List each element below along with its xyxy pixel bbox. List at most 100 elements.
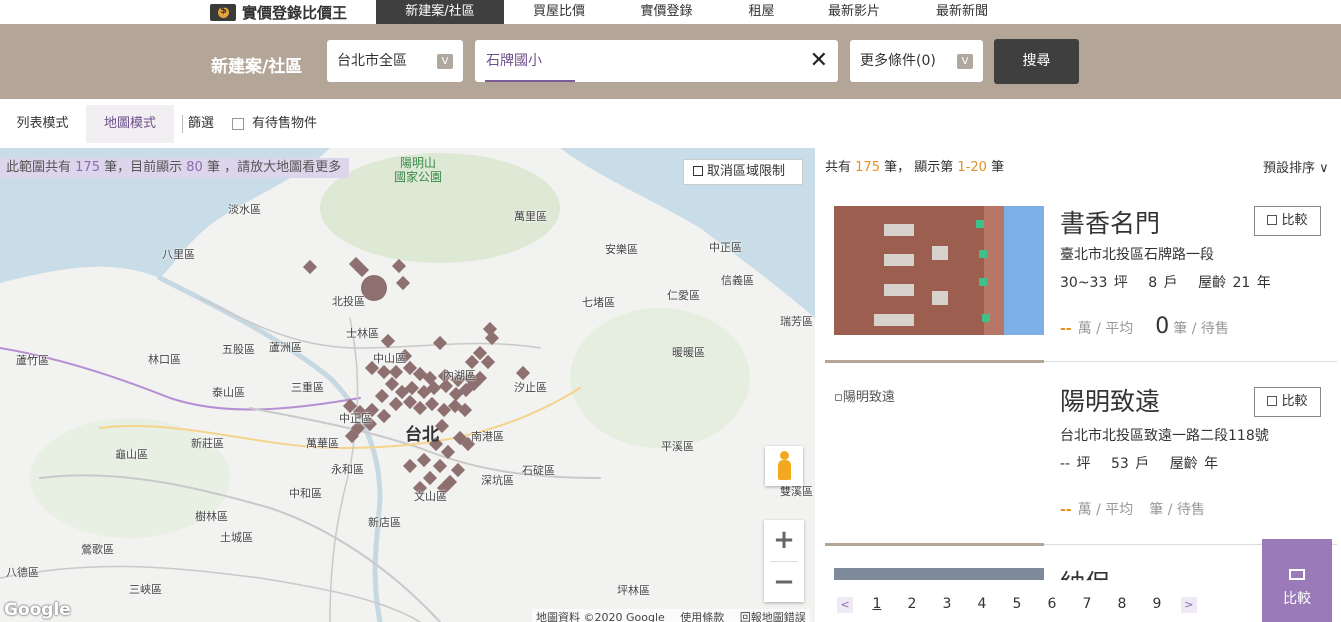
filter-label[interactable]: 篩選 [188,105,223,143]
page-number[interactable]: 2 [894,596,929,612]
district-label: 蘆洲區 [269,341,302,354]
property-marker[interactable] [376,408,392,424]
search-input[interactable]: 石牌國小 ✕ [475,40,838,82]
search-band: 新建案/社區 台北市全區 V 石牌國小 ✕ 更多條件(0) V 搜尋 [0,24,1341,99]
property-marker[interactable] [388,396,404,412]
divider [182,115,183,133]
pending-count: 0 [1155,314,1170,339]
property-marker[interactable] [472,345,488,361]
zoom-out-button[interactable]: − [764,562,804,602]
listing-title[interactable]: 書香名門 [1060,204,1160,240]
property-marker[interactable] [432,335,448,351]
property-marker[interactable] [384,376,400,392]
checkbox-icon [1267,215,1278,225]
more-conditions-select[interactable]: 更多條件(0) V [850,40,983,82]
street-view-pegman-icon[interactable] [765,446,803,486]
district-label: 平溪區 [661,440,694,453]
nav-tab-transactions[interactable]: 實價登錄 [614,0,719,24]
top-nav: 實價登錄比價王 新建案/社區 買屋比價 實價登錄 租屋 最新影片 最新新聞 [0,0,1341,24]
nav-tab-compare[interactable]: 買屋比價 [504,0,614,24]
district-label: 中正區 [339,412,372,425]
property-marker[interactable] [432,458,448,474]
district-label: 龜山區 [115,448,148,461]
page-number[interactable]: 5 [999,596,1034,612]
park-label: 陽明山 國家公園 [388,156,448,184]
page-numbers: 123456789 [859,596,1174,612]
district-label: 鶯歌區 [81,543,114,556]
district-label: 八里區 [162,248,195,261]
district-label: 三峽區 [129,583,162,596]
property-marker[interactable] [395,275,411,291]
prev-page-button[interactable]: < [837,597,853,613]
district-label: 萬華區 [306,437,339,450]
nav-tab-rent[interactable]: 租屋 [719,0,804,24]
district-label: 林口區 [148,353,181,366]
sort-select[interactable]: 預設排序 ∨ [1263,157,1329,176]
nav-tab-news[interactable]: 最新新聞 [904,0,1020,24]
compare-button[interactable]: 比較 [1254,206,1321,236]
property-marker[interactable] [388,364,404,380]
property-marker[interactable] [302,259,318,275]
page-number[interactable]: 3 [929,596,964,612]
search-section-title: 新建案/社區 [211,57,303,77]
map-range-info: 此範圍共有 175 筆，目前顯示 80 筆 ，請放大地圖看更多 [0,158,350,178]
map-canvas[interactable]: 此範圍共有 175 筆，目前顯示 80 筆 ，請放大地圖看更多 淡水區萬里區八里… [0,148,815,622]
more-conditions-label: 更多條件(0) [860,53,936,69]
nav-tab-new-projects[interactable]: 新建案/社區 [376,0,504,24]
page-number[interactable]: 7 [1069,596,1104,612]
cancel-area-limit-label: 取消區域限制 [707,164,786,179]
page-number[interactable]: 9 [1139,596,1174,612]
list-item[interactable]: ▫陽明致遠 陽明致遠 比較 台北市北投區致遠一路二段118號 -- 坪 53 戶… [825,386,1337,564]
district-label: 八德區 [6,566,39,579]
listing-photo[interactable] [834,568,1044,580]
zoom-in-button[interactable]: + [764,520,804,561]
nav-tab-videos[interactable]: 最新影片 [804,0,904,24]
page-number[interactable]: 4 [964,596,999,612]
site-logo[interactable]: 實價登錄比價王 [210,2,347,22]
page-number[interactable]: 8 [1104,596,1139,612]
compare-button[interactable]: 比較 [1254,387,1321,417]
page-number[interactable]: 6 [1034,596,1069,612]
pending-checkbox-label[interactable]: 有待售物件 [252,105,317,143]
broken-image-icon[interactable]: ▫陽明致遠 [834,386,895,405]
district-label: 新莊區 [191,437,224,450]
map-mode-tab[interactable]: 地圖模式 [86,105,174,143]
listing-title[interactable]: 紬保 [1060,564,1110,580]
district-label: 土城區 [220,531,253,544]
listing-area: -- 坪 [1060,456,1091,472]
cancel-area-limit-button[interactable]: 取消區域限制 [683,159,803,185]
clear-icon[interactable]: ✕ [810,48,828,73]
list-item[interactable]: 書香名門 比較 臺北市北投區石牌路一段 30~33 坪 8 戶 屋齡 21 年 … [825,206,1337,384]
district-label: 淡水區 [228,203,261,216]
district-label: 中正區 [709,241,742,254]
checkbox-icon [1267,396,1278,406]
area-select[interactable]: 台北市全區 V [327,40,463,82]
district-label: 南港區 [471,430,504,443]
list-mode-tab[interactable]: 列表模式 [0,105,85,143]
search-button[interactable]: 搜尋 [994,39,1079,84]
property-marker[interactable] [424,396,440,412]
pending-checkbox[interactable] [232,118,244,130]
card-divider [825,360,1337,363]
floating-compare-button[interactable]: 比較 [1262,539,1332,622]
property-marker[interactable] [480,354,496,370]
page-number[interactable]: 1 [859,596,894,612]
property-marker[interactable] [450,462,466,478]
property-marker[interactable] [391,258,407,274]
listing-photo[interactable] [834,206,1044,335]
pending-unit: 筆 / 待售 [1149,502,1205,518]
listing-title[interactable]: 陽明致遠 [1060,382,1160,418]
terms-link[interactable]: 使用條款 [680,611,724,622]
property-marker[interactable] [380,333,396,349]
property-marker[interactable] [422,470,438,486]
average-price: -- [1060,502,1072,518]
property-marker[interactable] [515,365,531,381]
district-label: 三重區 [291,381,324,394]
property-marker[interactable] [402,458,418,474]
property-marker[interactable] [416,452,432,468]
next-page-button[interactable]: > [1180,597,1197,613]
report-error-link[interactable]: 回報地圖錯誤 [740,611,806,622]
district-label: 萬里區 [514,210,547,223]
search-input-value: 石牌國小 [486,53,542,69]
property-marker[interactable] [374,388,390,404]
